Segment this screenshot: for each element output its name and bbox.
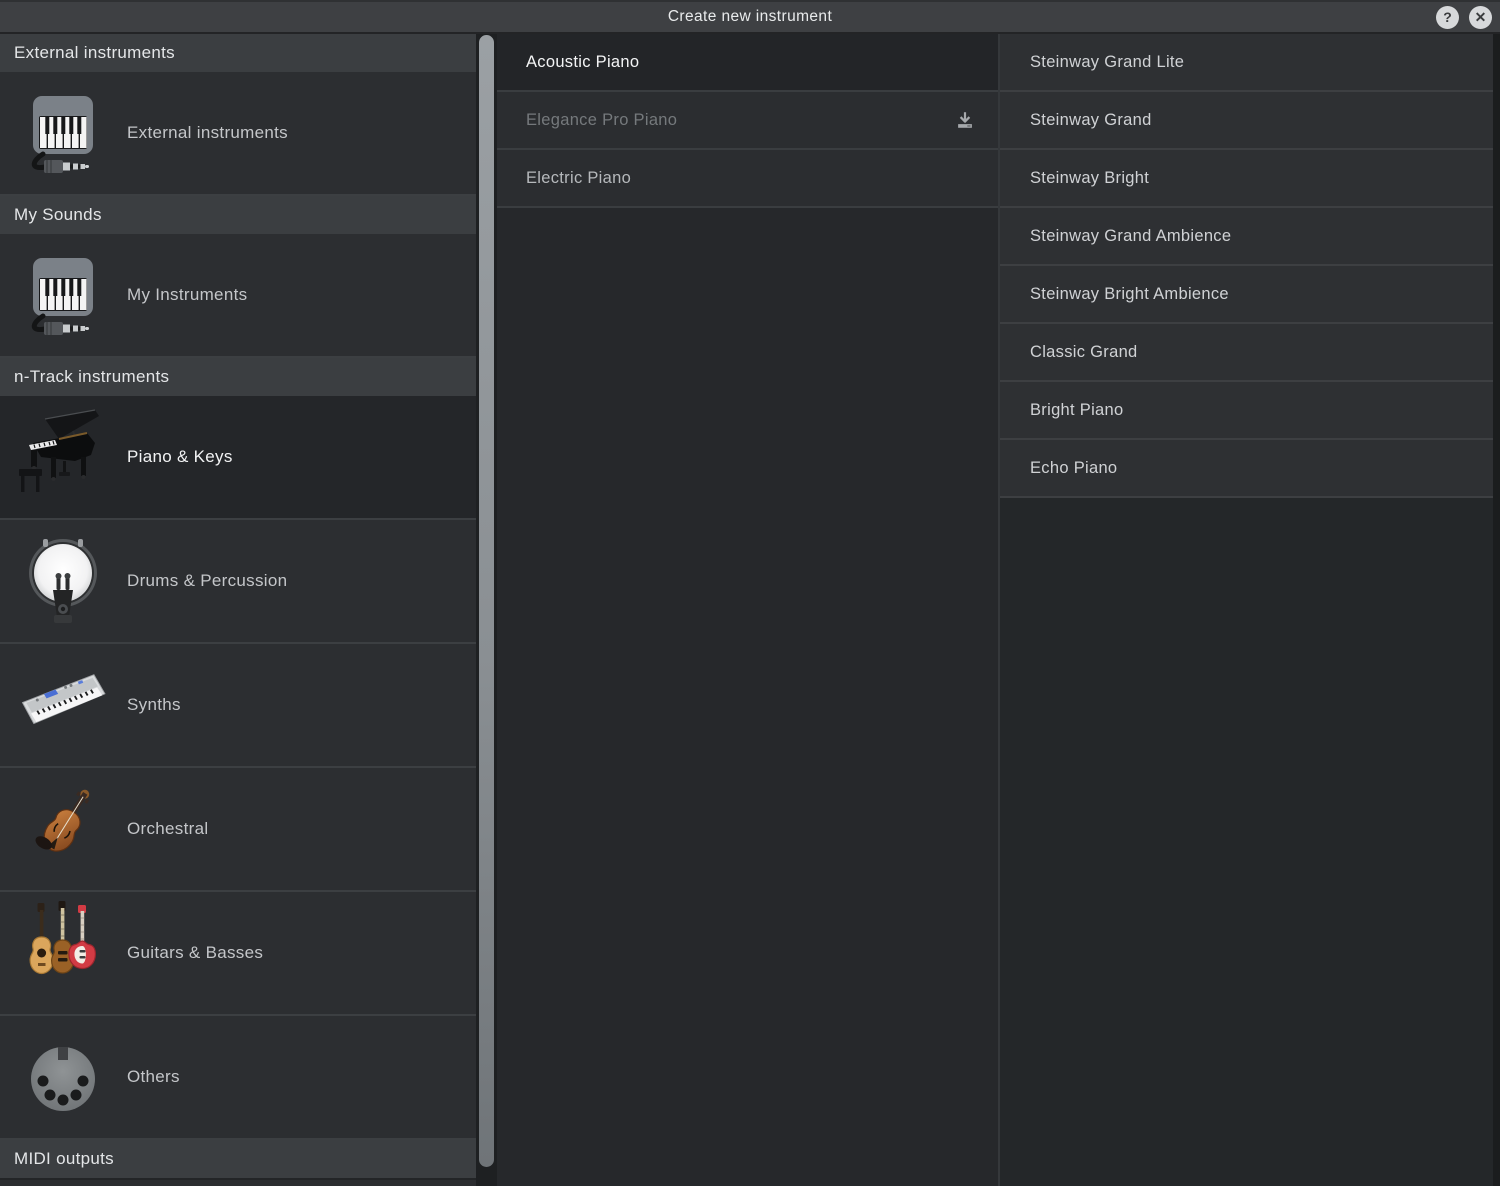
dialog-body: External instruments bbox=[0, 34, 1500, 1186]
section-header-label: n-Track instruments bbox=[14, 367, 169, 387]
preset-item-steinway-grand-ambience[interactable]: Steinway Grand Ambience bbox=[1000, 208, 1493, 266]
preset-empty-area bbox=[1000, 498, 1493, 1186]
synth-keyboard-icon bbox=[16, 665, 110, 745]
preset-item-classic-grand[interactable]: Classic Grand bbox=[1000, 324, 1493, 382]
list-item-electric-piano[interactable]: Electric Piano bbox=[497, 150, 998, 208]
list-item-label: Elegance Pro Piano bbox=[526, 111, 677, 130]
section-header-label: MIDI outputs bbox=[14, 1149, 114, 1169]
midi-din-icon bbox=[16, 1039, 110, 1115]
sidebar-partial-row bbox=[0, 1178, 476, 1186]
download-icon[interactable] bbox=[954, 109, 976, 131]
section-header-label: My Sounds bbox=[14, 205, 102, 225]
subcategory-empty-area bbox=[497, 208, 998, 1186]
preset-item-bright-piano[interactable]: Bright Piano bbox=[1000, 382, 1493, 440]
grand-piano-icon bbox=[16, 407, 110, 507]
sidebar-scrollbar-track[interactable] bbox=[476, 34, 497, 1186]
midi-keyboard-jack-icon bbox=[16, 92, 110, 174]
sidebar-item-drums-percussion[interactable]: Drums & Percussion bbox=[0, 520, 476, 644]
preset-label: Steinway Grand Ambience bbox=[1030, 227, 1231, 246]
preset-label: Steinway Grand Lite bbox=[1030, 53, 1184, 72]
sidebar-item-label: Others bbox=[127, 1067, 180, 1087]
list-item-acoustic-piano[interactable]: Acoustic Piano bbox=[497, 34, 998, 92]
sidebar-item-external-instruments[interactable]: External instruments bbox=[0, 72, 476, 196]
section-header-my-sounds: My Sounds bbox=[0, 196, 476, 234]
preset-label: Echo Piano bbox=[1030, 459, 1117, 478]
subcategory-list: Acoustic Piano Elegance Pro Piano Electr… bbox=[497, 34, 1000, 1186]
bass-drum-icon bbox=[16, 529, 110, 633]
list-item-label: Electric Piano bbox=[526, 169, 631, 188]
preset-item-steinway-grand[interactable]: Steinway Grand bbox=[1000, 92, 1493, 150]
section-header-external: External instruments bbox=[0, 34, 476, 72]
guitars-icon bbox=[16, 901, 110, 1005]
section-header-label: External instruments bbox=[14, 43, 175, 63]
category-sidebar: External instruments bbox=[0, 34, 476, 1186]
sidebar-item-orchestral[interactable]: Orchestral bbox=[0, 768, 476, 892]
preset-label: Steinway Bright Ambience bbox=[1030, 285, 1229, 304]
titlebar: Create new instrument ? ✕ bbox=[0, 0, 1500, 34]
sidebar-item-label: Guitars & Basses bbox=[127, 943, 263, 963]
preset-item-steinway-grand-lite[interactable]: Steinway Grand Lite bbox=[1000, 34, 1493, 92]
midi-keyboard-jack-icon bbox=[16, 254, 110, 336]
sidebar-item-label: My Instruments bbox=[127, 285, 247, 305]
preset-label: Steinway Bright bbox=[1030, 169, 1149, 188]
sidebar-item-my-instruments[interactable]: My Instruments bbox=[0, 234, 476, 358]
preset-label: Steinway Grand bbox=[1030, 111, 1152, 130]
list-item-label: Acoustic Piano bbox=[526, 53, 639, 72]
preset-item-steinway-bright[interactable]: Steinway Bright bbox=[1000, 150, 1493, 208]
sidebar-item-guitars-basses[interactable]: Guitars & Basses bbox=[0, 892, 476, 1016]
sidebar-item-synths[interactable]: Synths bbox=[0, 644, 476, 768]
create-instrument-dialog: Create new instrument ? ✕ External instr… bbox=[0, 0, 1500, 1186]
preset-item-steinway-bright-ambience[interactable]: Steinway Bright Ambience bbox=[1000, 266, 1493, 324]
preset-item-echo-piano[interactable]: Echo Piano bbox=[1000, 440, 1493, 498]
preset-label: Classic Grand bbox=[1030, 343, 1138, 362]
close-icon[interactable]: ✕ bbox=[1469, 6, 1492, 29]
help-icon[interactable]: ? bbox=[1436, 6, 1459, 29]
preset-list: Steinway Grand Lite Steinway Grand Stein… bbox=[1000, 34, 1500, 1186]
section-header-ntrack: n-Track instruments bbox=[0, 358, 476, 396]
sidebar-item-label: Orchestral bbox=[127, 819, 208, 839]
violin-icon bbox=[16, 781, 110, 877]
preset-label: Bright Piano bbox=[1030, 401, 1124, 420]
sidebar-item-label: Synths bbox=[127, 695, 181, 715]
dialog-title: Create new instrument bbox=[668, 8, 832, 26]
sidebar-item-label: Drums & Percussion bbox=[127, 571, 287, 591]
section-header-midi-outputs: MIDI outputs bbox=[0, 1140, 476, 1178]
sidebar-item-others[interactable]: Others bbox=[0, 1016, 476, 1140]
sidebar-item-piano-keys[interactable]: Piano & Keys bbox=[0, 396, 476, 520]
list-item-elegance-pro-piano[interactable]: Elegance Pro Piano bbox=[497, 92, 998, 150]
sidebar-scrollbar-thumb[interactable] bbox=[479, 35, 494, 1167]
sidebar-item-label: Piano & Keys bbox=[127, 447, 233, 467]
sidebar-item-label: External instruments bbox=[127, 123, 288, 143]
titlebar-actions: ? ✕ bbox=[1436, 2, 1492, 32]
